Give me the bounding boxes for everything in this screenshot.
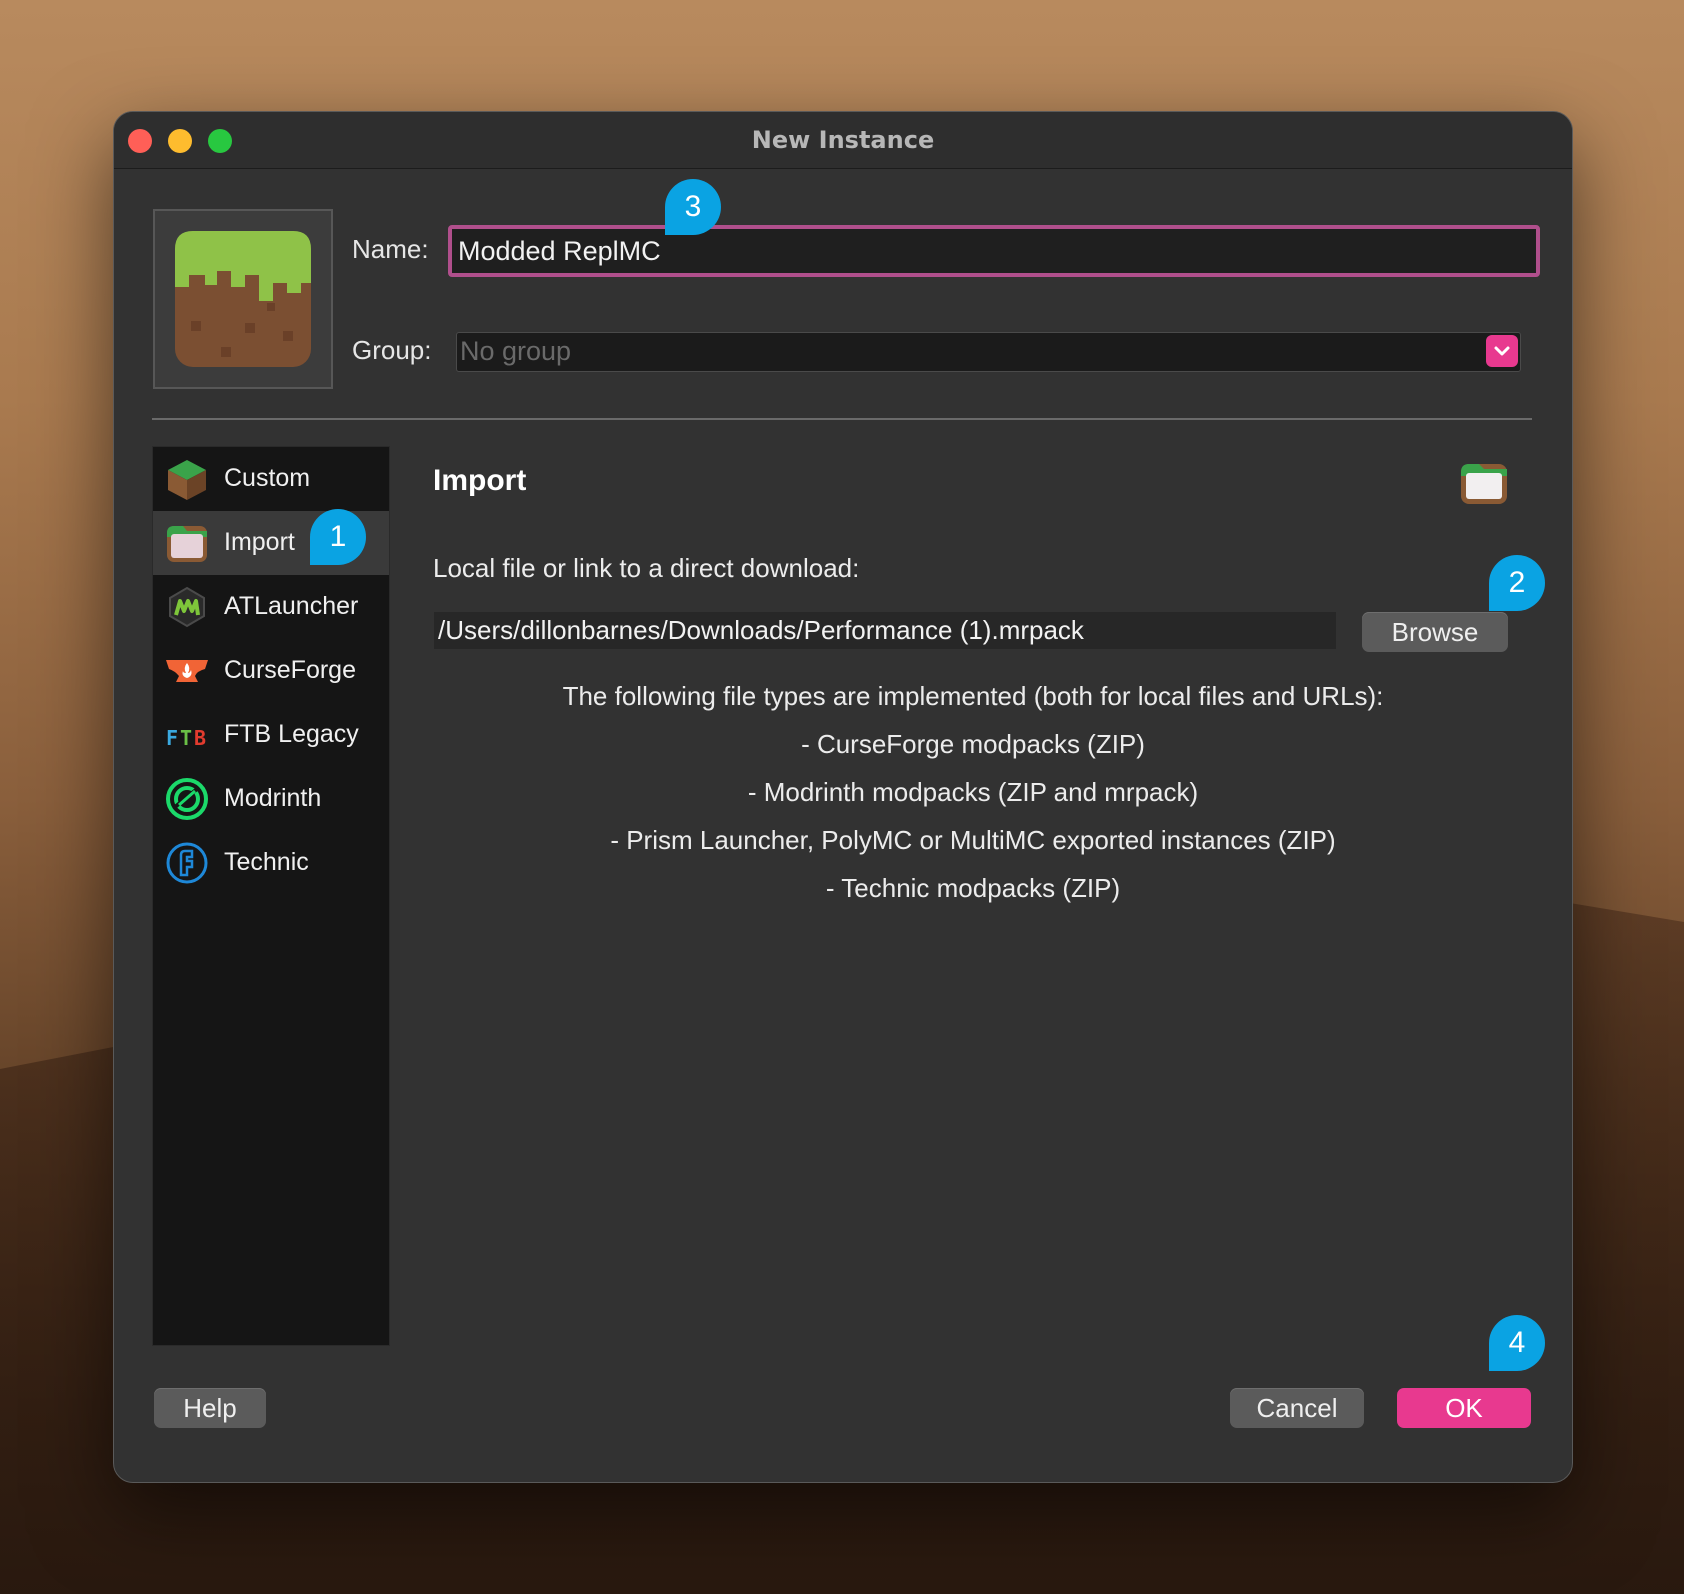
file-type-item: - Prism Launcher, PolyMC or MultiMC expo…	[610, 825, 1336, 855]
sidebar-item-curseforge[interactable]: CurseForge	[153, 639, 389, 703]
window-title: New Instance	[751, 126, 935, 154]
cancel-button[interactable]: Cancel	[1230, 1388, 1364, 1428]
browse-button[interactable]: Browse	[1362, 612, 1508, 652]
ftb-icon: F T B	[166, 726, 206, 750]
instance-icon-button[interactable]	[153, 209, 333, 389]
step-badge-3: 3	[665, 179, 721, 235]
sidebar-item-modrinth[interactable]: Modrinth	[153, 767, 389, 831]
local-file-label: Local file or link to a direct download:	[433, 553, 860, 583]
step-badge-2: 2	[1489, 555, 1545, 611]
chevron-down-icon	[1494, 346, 1510, 356]
sidebar-item-label: Modrinth	[224, 784, 322, 812]
folder-icon	[1461, 464, 1507, 504]
new-instance-dialog: New Instance Name: Modded ReplMC Group: …	[113, 111, 1573, 1483]
sidebar-item-technic[interactable]: Technic	[153, 831, 389, 895]
svg-text:B: B	[194, 726, 206, 750]
help-button[interactable]: Help	[154, 1388, 266, 1428]
step-badge-1: 1	[310, 509, 366, 565]
svg-text:F: F	[166, 726, 178, 750]
file-type-item: - CurseForge modpacks (ZIP)	[801, 729, 1145, 759]
file-types-heading: The following file types are implemented…	[562, 681, 1384, 711]
sidebar-item-atlauncher[interactable]: ATLauncher	[153, 575, 389, 639]
file-type-item: - Technic modpacks (ZIP)	[825, 873, 1121, 903]
folder-icon	[167, 526, 207, 562]
name-input[interactable]: Modded ReplMC	[448, 225, 1540, 277]
header-divider	[152, 418, 1532, 420]
file-path-input[interactable]: /Users/dillonbarnes/Downloads/Performanc…	[434, 612, 1336, 649]
sidebar-item-label: Import	[224, 528, 295, 556]
source-sidebar: Custom Import ATLauncher CurseForge F T …	[152, 446, 390, 1346]
sidebar-item-label: Technic	[224, 848, 309, 876]
svg-text:T: T	[180, 726, 192, 750]
grass-cube-icon	[168, 460, 206, 500]
group-placeholder: No group	[460, 336, 572, 366]
group-dropdown-button[interactable]	[1486, 335, 1518, 367]
sidebar-item-custom[interactable]: Custom	[153, 447, 389, 511]
group-select[interactable]: No group	[456, 332, 1521, 372]
name-label: Name:	[352, 234, 429, 264]
curseforge-anvil-icon	[166, 660, 208, 682]
title-bar: New Instance	[114, 112, 1572, 169]
group-label: Group:	[352, 335, 432, 365]
page-title: Import	[433, 464, 527, 497]
sidebar-item-ftb-legacy[interactable]: F T B FTB Legacy	[153, 703, 389, 767]
sidebar-item-label: CurseForge	[224, 656, 356, 684]
sidebar-item-label: Custom	[224, 464, 311, 492]
step-badge-4: 4	[1489, 1315, 1545, 1371]
modrinth-icon	[166, 778, 208, 820]
technic-icon	[166, 842, 208, 884]
grass-block-icon	[175, 231, 311, 367]
ok-button[interactable]: OK	[1397, 1388, 1531, 1428]
atlauncher-icon	[169, 586, 205, 628]
sidebar-item-label: ATLauncher	[224, 592, 359, 620]
file-type-item: - Modrinth modpacks (ZIP and mrpack)	[747, 777, 1199, 807]
sidebar-item-label: FTB Legacy	[224, 720, 359, 748]
